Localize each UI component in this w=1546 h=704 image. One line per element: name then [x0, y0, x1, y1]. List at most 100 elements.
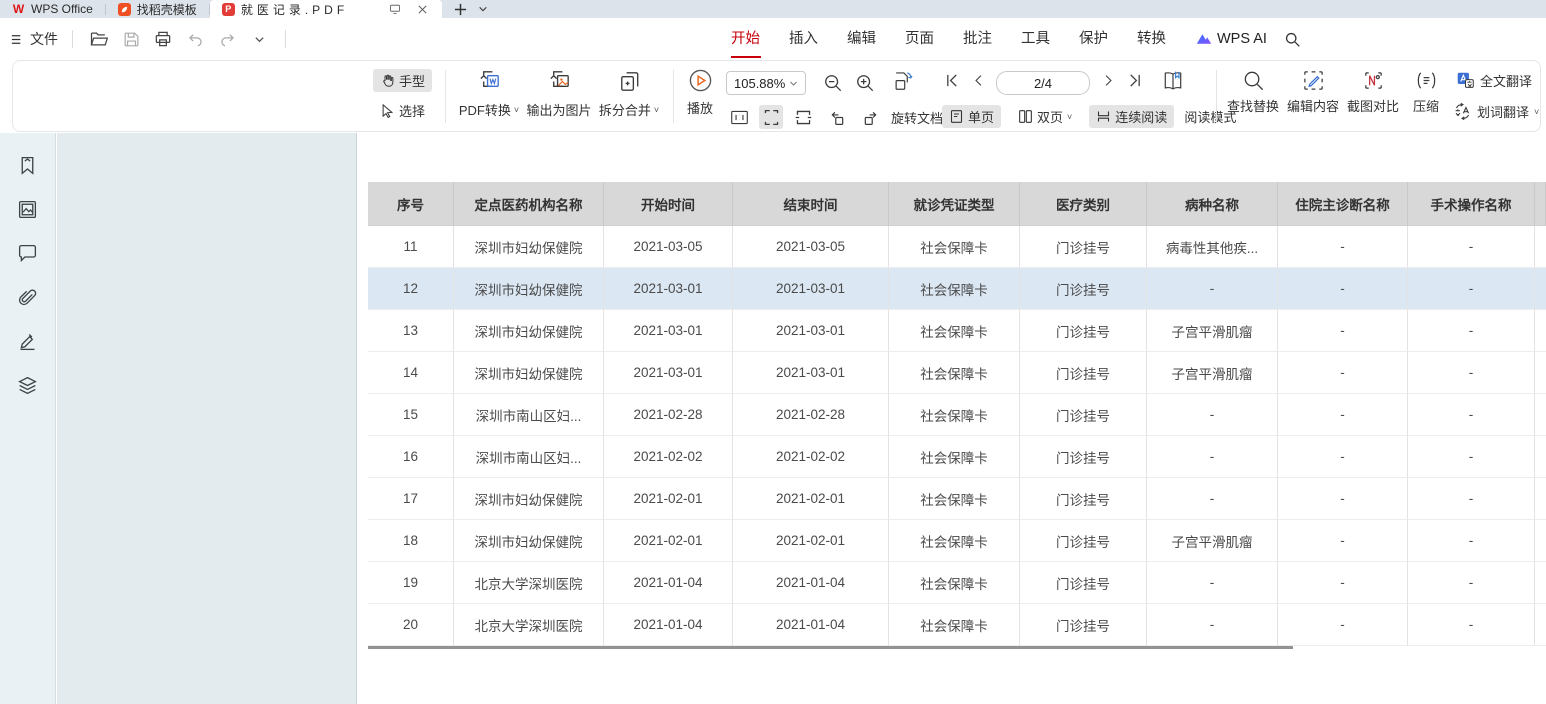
word-translate-button[interactable]: 划词翻译 ˅: [1453, 102, 1539, 121]
fit-page-button[interactable]: [791, 105, 815, 129]
tab-list-chevron[interactable]: [472, 0, 494, 18]
table-cell: 社会保障卡: [889, 394, 1020, 436]
menu-tab[interactable]: 编辑: [847, 18, 876, 60]
menu-tab[interactable]: 转换: [1137, 18, 1166, 60]
rotate-pages-button[interactable]: [891, 69, 915, 93]
find-replace-button[interactable]: 查找替换: [1223, 69, 1283, 115]
new-tab-button[interactable]: [450, 0, 472, 18]
global-search-button[interactable]: [1281, 27, 1305, 51]
save-button[interactable]: [119, 27, 143, 51]
table-row[interactable]: 15深圳市南山区妇...2021-02-282021-02-28社会保障卡门诊挂…: [368, 394, 1546, 436]
thumbnails-panel-button[interactable]: [17, 199, 38, 220]
edit-content-icon: [1302, 69, 1325, 92]
screenshot-compare-button[interactable]: 截图对比: [1343, 69, 1403, 115]
prev-page-button[interactable]: [972, 74, 985, 87]
table-row[interactable]: 13深圳市妇幼保健院2021-03-012021-03-01社会保障卡门诊挂号子…: [368, 310, 1546, 352]
table-row[interactable]: 11深圳市妇幼保健院2021-03-052021-03-05社会保障卡门诊挂号病…: [368, 226, 1546, 268]
zoom-in-button[interactable]: [853, 71, 877, 95]
zoom-level-dropdown[interactable]: 105.88%: [726, 71, 806, 95]
rotate-doc-label[interactable]: 旋转文档: [891, 108, 943, 127]
last-page-button[interactable]: [1127, 73, 1142, 88]
double-page-icon: [1018, 109, 1033, 124]
search-icon: [1284, 31, 1301, 48]
zoom-out-button[interactable]: [821, 71, 845, 95]
menu-tab[interactable]: 开始: [731, 18, 760, 60]
tab-wps-office[interactable]: W WPS Office: [0, 0, 105, 18]
table-row[interactable]: 18深圳市妇幼保健院2021-02-012021-02-01社会保障卡门诊挂号子…: [368, 520, 1546, 562]
print-button[interactable]: [151, 27, 175, 51]
split-merge-label: 拆分合并: [599, 100, 651, 119]
table-cell: [1535, 394, 1546, 436]
signature-panel-button[interactable]: [17, 331, 38, 352]
menu-tab[interactable]: 工具: [1021, 18, 1050, 60]
fit-width-button[interactable]: [759, 105, 783, 129]
table-cell: -: [1408, 226, 1535, 268]
undo-button[interactable]: [183, 27, 207, 51]
table-row[interactable]: 20北京大学深圳医院2021-01-042021-01-04社会保障卡门诊挂号-…: [368, 604, 1546, 646]
rotate-right-button[interactable]: [858, 105, 882, 129]
table-cell: 社会保障卡: [889, 352, 1020, 394]
full-translate-button[interactable]: 全文翻译: [1456, 71, 1532, 90]
layers-panel-button[interactable]: [17, 375, 38, 396]
actual-size-button[interactable]: [727, 105, 751, 129]
table-cell: 社会保障卡: [889, 436, 1020, 478]
menu-tab[interactable]: 批注: [963, 18, 992, 60]
table-row[interactable]: 17深圳市妇幼保健院2021-02-012021-02-01社会保障卡门诊挂号-…: [368, 478, 1546, 520]
redo-button[interactable]: [215, 27, 239, 51]
wps-ai-button[interactable]: WPS AI: [1196, 31, 1267, 47]
rotate-left-button[interactable]: [825, 105, 849, 129]
bookmarks-panel-button[interactable]: [17, 155, 38, 176]
table-cell: -: [1278, 352, 1408, 394]
printer-icon: [153, 29, 173, 49]
continuous-read-label: 连续阅读: [1115, 107, 1167, 126]
table-cell: 门诊挂号: [1020, 352, 1147, 394]
table-row[interactable]: 12深圳市妇幼保健院2021-03-012021-03-01社会保障卡门诊挂号-…: [368, 268, 1546, 310]
file-menu-button[interactable]: 文件: [10, 29, 58, 49]
table-row[interactable]: 16深圳市南山区妇...2021-02-022021-02-02社会保障卡门诊挂…: [368, 436, 1546, 478]
table-cell: -: [1408, 394, 1535, 436]
close-tab-icon[interactable]: [412, 4, 434, 15]
table-row[interactable]: 19北京大学深圳医院2021-01-042021-01-04社会保障卡门诊挂号-…: [368, 562, 1546, 604]
split-merge-button[interactable]: 拆分合并 ˅: [594, 68, 664, 119]
double-page-button[interactable]: 双页 ˅: [1011, 105, 1079, 128]
table-row[interactable]: 14深圳市妇幼保健院2021-03-012021-03-01社会保障卡门诊挂号子…: [368, 352, 1546, 394]
table-cell: [1535, 268, 1546, 310]
menu-tab[interactable]: 插入: [789, 18, 818, 60]
folder-open-icon: [89, 29, 109, 49]
navigation-panel[interactable]: [57, 133, 357, 704]
single-page-label: 单页: [968, 107, 994, 126]
continuous-read-button[interactable]: 连续阅读: [1089, 105, 1174, 128]
read-mode-icon-button[interactable]: [1161, 69, 1185, 93]
export-image-button[interactable]: 输出为图片: [524, 68, 594, 119]
play-icon: [688, 68, 713, 93]
table-cell: 15: [368, 394, 454, 436]
signature-pen-icon: [17, 331, 38, 352]
edit-content-button[interactable]: 编辑内容: [1283, 69, 1343, 115]
open-file-button[interactable]: [87, 27, 111, 51]
quick-access-chevron[interactable]: [247, 27, 271, 51]
first-page-button[interactable]: [945, 73, 960, 88]
zoom-out-icon: [823, 73, 843, 93]
play-button[interactable]: 播放: [677, 68, 723, 117]
comments-panel-button[interactable]: [17, 243, 38, 264]
table-cell: -: [1278, 604, 1408, 646]
tab-docer-template[interactable]: 找稻壳模板: [106, 0, 209, 18]
table-cell: [1535, 352, 1546, 394]
divider: [1216, 70, 1217, 123]
table-cell: 子宫平滑肌瘤: [1147, 520, 1278, 562]
page-number-input[interactable]: 2/4: [996, 71, 1090, 95]
pdf-convert-button[interactable]: PDF转换 ˅: [454, 68, 524, 119]
table-cell: 深圳市妇幼保健院: [454, 520, 604, 562]
table-cell: -: [1278, 478, 1408, 520]
menu-tab[interactable]: 保护: [1079, 18, 1108, 60]
tab-document-active[interactable]: P 就医记录.PDF: [210, 0, 442, 18]
menu-tab[interactable]: 页面: [905, 18, 934, 60]
attachments-panel-button[interactable]: [17, 287, 38, 308]
table-cell: 门诊挂号: [1020, 394, 1147, 436]
present-to-screen-icon[interactable]: [384, 3, 406, 15]
select-tool-button[interactable]: 选择: [373, 99, 432, 122]
compress-button[interactable]: 压缩: [1404, 69, 1448, 115]
next-page-button[interactable]: [1102, 74, 1115, 87]
single-page-button[interactable]: 单页: [942, 105, 1001, 128]
hand-tool-button[interactable]: 手型: [373, 69, 432, 92]
